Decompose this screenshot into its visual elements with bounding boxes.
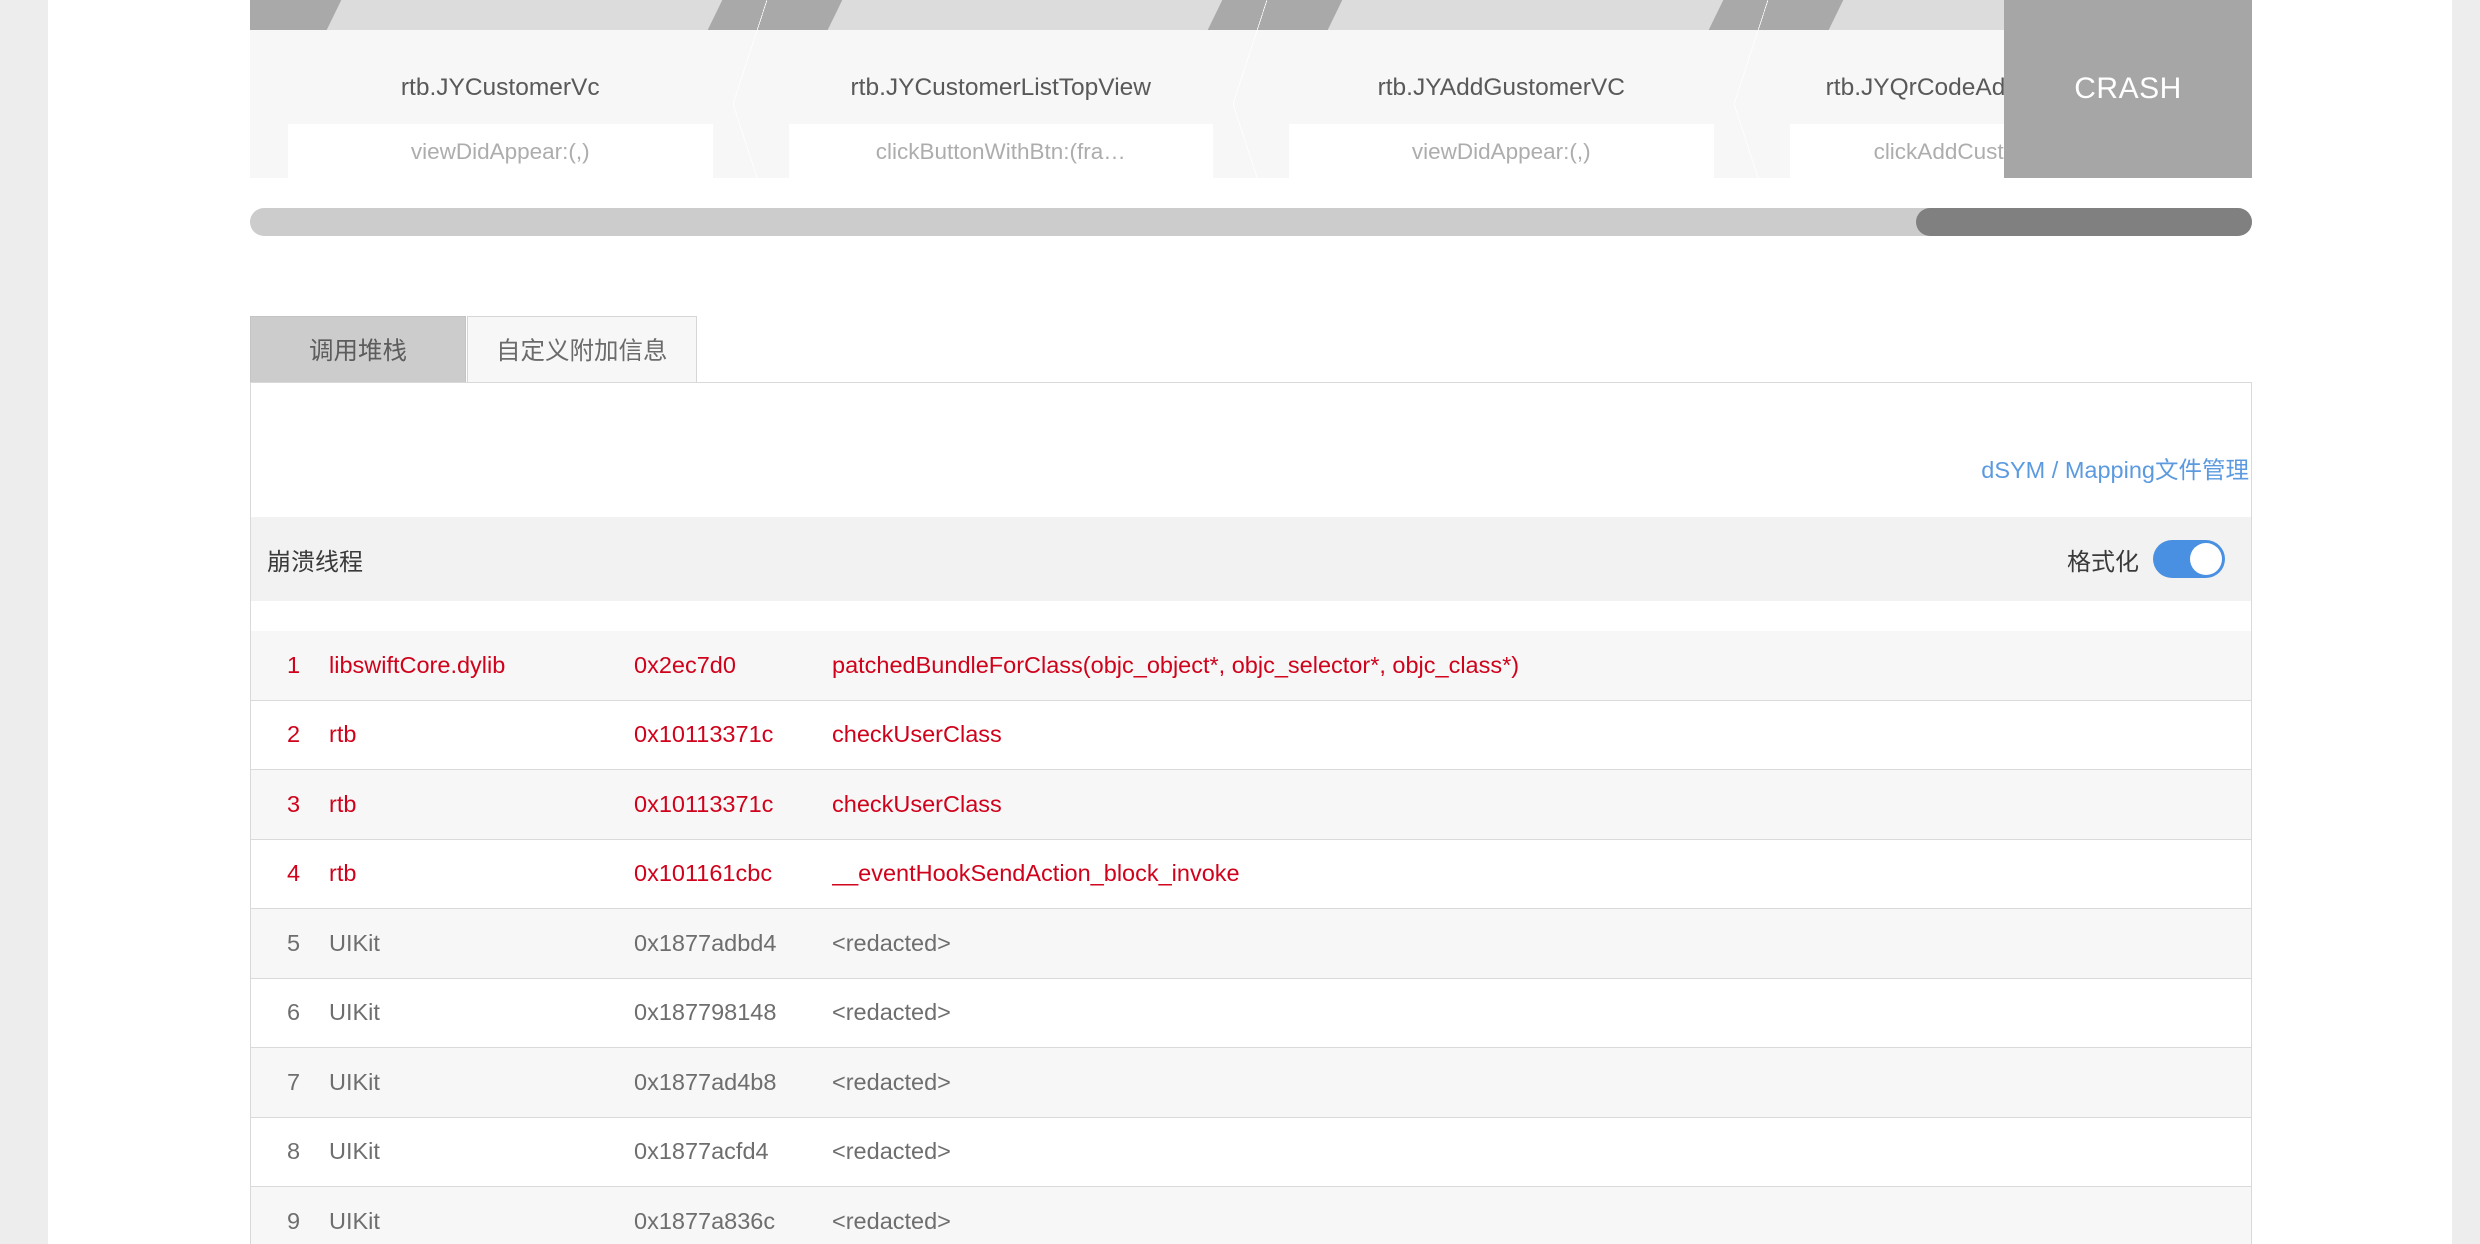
frame-index: 2 [287,721,301,748]
format-toggle-switch[interactable] [2153,540,2225,578]
frame-symbol: <redacted> [832,929,951,956]
crash-thread-title: 崩溃线程 [267,548,363,576]
stack-frame-row[interactable]: 5 UIKit 0x1877adbd4 <redacted> [251,909,2251,979]
frame-symbol: __eventHookSendAction_block_invoke [832,860,1240,887]
crash-thread-header: 崩溃线程 格式化 [251,517,2251,601]
stack-frame-row[interactable]: 9 UIKit 0x1877a836c <redacted> [251,1187,2251,1244]
frame-module: rtb [329,790,357,817]
toggle-knob [2190,543,2222,575]
trail-step-cap [1708,0,1843,30]
trail-step-cap [1207,0,1343,30]
trail-step-action: viewDidAppear:(,) [1289,124,1714,178]
format-label: 格式化 [2067,548,2139,576]
crash-path-trail: rtb.JYCustomerVc viewDidAppear:(,) rtb.JYC… [250,0,2252,178]
frame-index: 4 [287,860,301,887]
frame-module: UIKit [329,1068,380,1095]
frame-symbol: <redacted> [832,999,951,1026]
frame-module: UIKit [329,929,380,956]
crash-detail-panel: dSYM / Mapping文件管理 崩溃线程 格式化 1 libswiftCor… [250,382,2252,1244]
frame-address: 0x10113371c [634,721,774,748]
trail-steps: rtb.JYCustomerVc viewDidAppear:(,) rtb.JYC… [250,0,2252,178]
frame-address: 0x1877adbd4 [634,929,777,956]
crash-end-block: CRASH [2004,0,2252,178]
panel-spacer [251,601,2251,631]
frame-symbol: <redacted> [832,1138,951,1165]
panel-toolbar: dSYM / Mapping文件管理 [251,383,2251,517]
stack-frame-row[interactable]: 2 rtb 0x10113371c checkUserClass [251,700,2251,770]
trail-step-1[interactable]: rtb.JYCustomerVc viewDidAppear:(,) [250,0,766,178]
frame-module: rtb [329,860,357,887]
trail-step-action: viewDidAppear:(,) [288,124,713,178]
frame-module: UIKit [329,999,380,1026]
frame-index: 6 [287,999,301,1026]
stack-trace-table: 1 libswiftCore.dylib 0x2ec7d0 patchedBundle… [251,631,2251,1244]
frame-module: UIKit [329,1138,380,1165]
frame-symbol: checkUserClass [832,790,1002,817]
trail-horizontal-scrollbar[interactable] [250,208,2252,236]
frame-index: 7 [287,1068,301,1095]
stack-frame-row[interactable]: 6 UIKit 0x187798148 <redacted> [251,978,2251,1048]
frame-index: 9 [287,1207,301,1234]
tab-2[interactable]: 自定义附加信息 [467,316,697,382]
stack-frame-row[interactable]: 3 rtb 0x10113371c checkUserClass [251,770,2251,840]
crash-label: CRASH [2074,72,2182,105]
trail-step-title: rtb.JYCustomerListTopView [850,74,1151,101]
frame-address: 0x10113371c [634,790,774,817]
frame-symbol: <redacted> [832,1068,951,1095]
frame-address: 0x187798148 [634,999,777,1026]
frame-module: UIKit [329,1207,380,1234]
scrollbar-thumb[interactable] [1916,208,2252,236]
trail-step-cap [250,0,342,30]
frame-address: 0x1877ad4b8 [634,1068,777,1095]
frame-module: rtb [329,721,357,748]
trail-step-cap [707,0,842,30]
trail-step-2[interactable]: rtb.JYCustomerListTopView clickButtonWith… [707,0,1267,178]
dsym-mapping-manage-link[interactable]: dSYM / Mapping文件管理 [1981,451,2249,485]
frame-address: 0x1877acfd4 [634,1138,769,1165]
trail-step-title: rtb.JYAddGustomerVC [1377,74,1625,101]
stack-frame-row[interactable]: 4 rtb 0x101161cbc __eventHookSendAction_blo… [251,839,2251,909]
tab-1[interactable]: 调用堆栈 [250,316,466,382]
frame-index: 8 [287,1138,301,1165]
page-root: rtb.JYCustomerVc viewDidAppear:(,) rtb.JYC… [0,0,2480,1244]
frame-address: 0x1877a836c [634,1207,776,1234]
frame-index: 5 [287,929,301,956]
stack-frame-row[interactable]: 8 UIKit 0x1877acfd4 <redacted> [251,1117,2251,1187]
trail-step-title: rtb.JYCustomerVc [400,74,600,101]
frame-symbol: <redacted> [832,1207,951,1234]
stack-frame-row[interactable]: 1 libswiftCore.dylib 0x2ec7d0 patchedBundle… [251,631,2251,701]
frame-module: libswiftCore.dylib [329,651,506,678]
detail-tabs: 调用堆栈 自定义附加信息 [250,316,698,382]
frame-index: 1 [287,651,301,678]
frame-symbol: patchedBundleForClass(objc_object*, objc… [832,651,1520,678]
format-toggle-group: 格式化 [2067,540,2225,578]
stack-frame-row[interactable]: 7 UIKit 0x1877ad4b8 <redacted> [251,1048,2251,1118]
frame-address: 0x101161cbc [634,860,773,887]
trail-step-action: clickButtonWithBtn:(fra… [788,124,1213,178]
frame-symbol: checkUserClass [832,721,1002,748]
frame-address: 0x2ec7d0 [634,651,736,678]
trail-step-3[interactable]: rtb.JYAddGustomerVC viewDidAppear:(,) [1207,0,1767,178]
frame-index: 3 [287,790,301,817]
